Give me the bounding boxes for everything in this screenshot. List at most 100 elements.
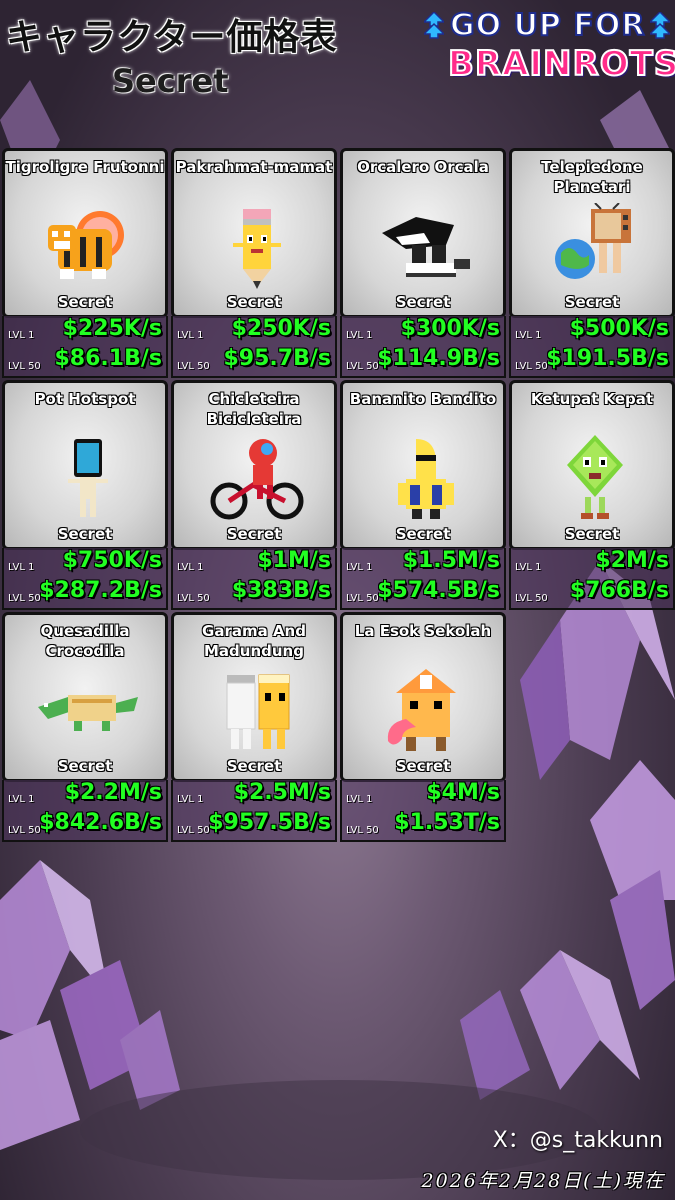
rarity-subtitle: Secret (112, 62, 229, 100)
level-50-income: $287.2B/s (39, 578, 162, 603)
rarity-label: Secret (57, 293, 113, 311)
character-name: Orcalero Orcala (357, 158, 489, 176)
character-name: Tigroligre Frutonni (5, 158, 165, 176)
character-name: Pakrahmat-mamat (175, 158, 333, 176)
level-1-income: $1.5M/s (402, 548, 500, 573)
character-name: Garama And Madundung (202, 622, 306, 660)
level-1-income: $1M/s (257, 548, 331, 573)
pencil-character-icon (233, 209, 281, 289)
level-1-label: LVL 1 (515, 330, 542, 341)
level-50-label: LVL 50 (177, 361, 210, 372)
level-50-income: $191.5B/s (546, 346, 669, 371)
level-50-label: LVL 50 (346, 361, 379, 372)
chevron-up-icon (424, 12, 444, 39)
character-card[interactable]: Ketupat Kepat Secret LVL 1 $2M/s LVL 50 … (509, 380, 675, 610)
rarity-label: Secret (57, 525, 113, 543)
ketupat-creature-icon (567, 435, 623, 519)
level-50-label: LVL 50 (515, 361, 548, 372)
character-portrait-panel: Bananito Bandito Secret (340, 380, 506, 550)
level-50-label: LVL 50 (177, 593, 210, 604)
income-panel: LVL 1 $1.5M/s LVL 50 $574.5B/s (340, 548, 506, 610)
character-card[interactable]: Chicleteira Bicicleteira Secret LVL 1 $1… (171, 380, 337, 610)
rarity-label: Secret (564, 293, 620, 311)
quesadilla-croc-icon (38, 695, 138, 731)
gumball-bike-icon (210, 439, 304, 520)
level-1-label: LVL 1 (177, 562, 204, 573)
character-portrait-panel: Garama And Madundung Secret (171, 612, 337, 782)
rarity-label: Secret (226, 757, 282, 775)
income-panel: LVL 1 $4M/s LVL 50 $1.53T/s (340, 780, 506, 842)
level-1-label: LVL 1 (8, 794, 35, 805)
tiger-fruit-icon (48, 211, 124, 279)
level-50-label: LVL 50 (8, 361, 41, 372)
income-panel: LVL 1 $250K/s LVL 50 $95.7B/s (171, 316, 337, 378)
page-title: キャラクター価格表 (6, 17, 338, 58)
level-50-income: $1.53T/s (394, 810, 500, 835)
character-card[interactable]: Pot Hotspot Secret LVL 1 $750K/s LVL 50 … (2, 380, 168, 610)
income-panel: LVL 1 $1M/s LVL 50 $383B/s (171, 548, 337, 610)
character-name: Chicleteira Bicicleteira (206, 390, 302, 428)
tv-planet-icon (555, 203, 631, 279)
rarity-label: Secret (395, 293, 451, 311)
chevron-up-icon (650, 12, 670, 39)
income-panel: LVL 1 $300K/s LVL 50 $114.9B/s (340, 316, 506, 378)
level-50-label: LVL 50 (8, 593, 41, 604)
level-1-income: $2M/s (595, 548, 669, 573)
income-panel: LVL 1 $750K/s LVL 50 $287.2B/s (2, 548, 168, 610)
level-1-income: $750K/s (62, 548, 162, 573)
level-50-income: $95.7B/s (223, 346, 332, 371)
character-card[interactable]: Pakrahmat-mamat Secret LVL 1 $250K/s LVL… (171, 148, 337, 378)
banana-bandit-icon (398, 439, 454, 519)
character-card[interactable]: Garama And Madundung Secret LVL 1 $2.5M/… (171, 612, 337, 842)
rarity-label: Secret (57, 757, 113, 775)
character-card[interactable]: Quesadilla Crocodila Secret LVL 1 $2.2M/… (2, 612, 168, 842)
level-1-label: LVL 1 (346, 562, 373, 573)
school-house-icon (387, 669, 456, 751)
level-50-label: LVL 50 (515, 593, 548, 604)
level-50-income: $383B/s (231, 578, 331, 603)
level-1-label: LVL 1 (515, 562, 542, 573)
character-name: Bananito Bandito (349, 390, 497, 408)
income-panel: LVL 1 $225K/s LVL 50 $86.1B/s (2, 316, 168, 378)
character-portrait-panel: Chicleteira Bicicleteira Secret (171, 380, 337, 550)
level-1-income: $500K/s (569, 316, 669, 341)
level-1-label: LVL 1 (8, 562, 35, 573)
game-logo: GO UP FOR BRAINROTS (422, 7, 675, 88)
level-50-label: LVL 50 (177, 825, 210, 836)
level-50-income: $114.9B/s (377, 346, 500, 371)
author-handle: X：@s_takkunn (492, 1128, 663, 1153)
character-card[interactable]: La Esok Sekolah Secret LVL 1 $4M/s LVL 5… (340, 612, 506, 842)
character-portrait-panel: Telepiedone Planetari Secret (509, 148, 675, 318)
level-1-income: $4M/s (426, 780, 500, 805)
character-card[interactable]: Telepiedone Planetari Secret LVL 1 $500K… (509, 148, 675, 378)
level-1-income: $225K/s (62, 316, 162, 341)
as-of-date: 2026年2月28日(土)現在 (421, 1170, 665, 1192)
rarity-label: Secret (226, 293, 282, 311)
character-name: Pot Hotspot (34, 390, 136, 408)
character-card[interactable]: Bananito Bandito Secret LVL 1 $1.5M/s LV… (340, 380, 506, 610)
level-1-income: $2.5M/s (233, 780, 331, 805)
income-panel: LVL 1 $2.5M/s LVL 50 $957.5B/s (171, 780, 337, 842)
level-1-label: LVL 1 (177, 330, 204, 341)
level-1-label: LVL 1 (346, 794, 373, 805)
level-1-label: LVL 1 (8, 330, 35, 341)
character-portrait-panel: La Esok Sekolah Secret (340, 612, 506, 782)
character-portrait-panel: Quesadilla Crocodila Secret (2, 612, 168, 782)
level-1-label: LVL 1 (346, 330, 373, 341)
level-1-label: LVL 1 (177, 794, 204, 805)
level-1-income: $250K/s (231, 316, 331, 341)
rarity-label: Secret (395, 757, 451, 775)
level-50-label: LVL 50 (346, 825, 379, 836)
character-portrait-panel: Pot Hotspot Secret (2, 380, 168, 550)
level-50-income: $766B/s (569, 578, 669, 603)
character-card[interactable]: Tigroligre Frutonni Secret LVL 1 $225K/s… (2, 148, 168, 378)
level-50-income: $842.6B/s (39, 810, 162, 835)
salt-and-drink-icon (226, 674, 290, 749)
character-card[interactable]: Orcalero Orcala Secret LVL 1 $300K/s LVL… (340, 148, 506, 378)
character-name: Telepiedone Planetari (541, 158, 643, 196)
level-50-income: $957.5B/s (208, 810, 331, 835)
rarity-label: Secret (564, 525, 620, 543)
rarity-label: Secret (395, 525, 451, 543)
level-50-label: LVL 50 (346, 593, 379, 604)
character-name: Quesadilla Crocodila (40, 622, 130, 660)
